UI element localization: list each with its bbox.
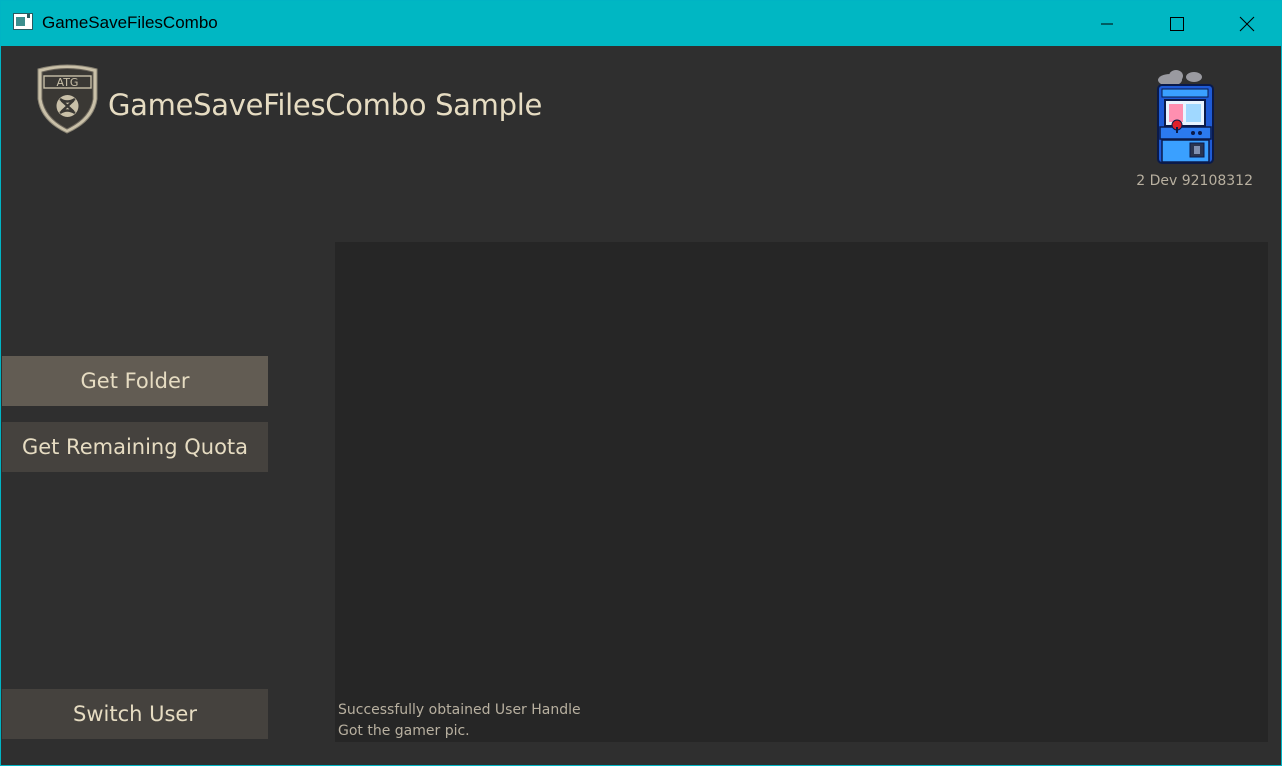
maximize-button[interactable] [1142, 1, 1212, 46]
get-remaining-quota-button[interactable]: Get Remaining Quota [2, 422, 268, 472]
maximize-icon [1170, 16, 1184, 31]
log-lines: Successfully obtained User Handle Got th… [338, 700, 581, 742]
window-title: GameSaveFilesCombo [42, 13, 218, 32]
title-bar[interactable]: GameSaveFilesCombo [1, 1, 1281, 46]
log-line: Got the gamer pic. [338, 723, 470, 739]
page-title: GameSaveFilesCombo Sample [108, 88, 542, 122]
logo-text: ATG [57, 76, 79, 89]
close-icon [1239, 16, 1255, 31]
gamertag-label: 2 Dev 92108312 [1136, 173, 1253, 189]
app-icon [13, 13, 33, 30]
minimize-icon [1101, 23, 1113, 24]
minimize-button[interactable] [1072, 1, 1142, 46]
get-folder-button[interactable]: Get Folder [2, 356, 268, 406]
log-line: Successfully obtained User Handle [338, 702, 581, 718]
gamerpic-avatar-icon [1157, 70, 1214, 164]
atg-logo-icon: ATG [37, 64, 98, 134]
app-window: GameSaveFilesCombo ATG GameSaveFilesComb… [0, 0, 1282, 766]
close-button[interactable] [1212, 1, 1282, 46]
switch-user-button[interactable]: Switch User [2, 689, 268, 739]
log-panel: Successfully obtained User Handle Got th… [335, 242, 1268, 742]
